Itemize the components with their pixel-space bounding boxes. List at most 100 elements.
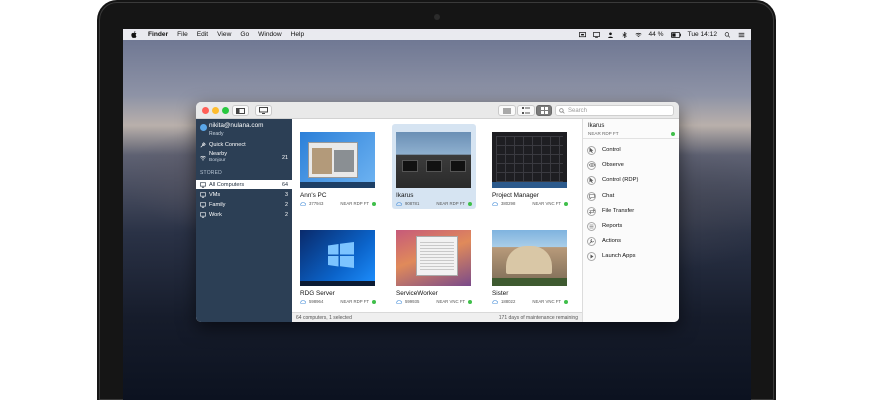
action-actions[interactable]: Actions	[587, 236, 677, 246]
computer-name: Project Manager	[492, 192, 539, 199]
reports-icon	[587, 221, 596, 231]
computer-tile-project-manager[interactable]: Project Manager 380298 NEAR VNC FT	[488, 124, 572, 209]
detail-view-button[interactable]	[517, 105, 535, 116]
action-label: Chat	[602, 193, 615, 199]
list-icon	[503, 108, 511, 113]
menu-extras: 44 % Tue 14:12	[578, 29, 745, 40]
computer-thumbnail	[396, 230, 471, 286]
screen-view-button[interactable]	[255, 105, 272, 116]
computers-grid: Ann's PC 377943 NEAR RDP FT Ikarus 90878…	[292, 119, 677, 312]
zoom-window-button[interactable]	[222, 107, 229, 114]
status-bar: 64 computers, 1 selected 171 days of mai…	[292, 312, 582, 322]
spotlight-icon[interactable]	[724, 31, 731, 38]
menu-bar: Finder File Edit View Go Window Help 44 …	[123, 29, 751, 40]
list-view-button[interactable]	[498, 105, 516, 116]
account-status: Ready	[209, 131, 224, 137]
search-placeholder: Search	[568, 107, 588, 114]
menu-clock[interactable]: Tue 14:12	[688, 31, 717, 38]
monitor-icon	[200, 181, 206, 188]
computer-tile-ikarus[interactable]: Ikarus 908781 NEAR RDP FT	[392, 124, 476, 209]
cursor-icon	[587, 175, 596, 185]
action-reports[interactable]: Reports	[587, 221, 677, 231]
sidebar-item-quick-connect[interactable]: Quick Connect	[196, 140, 292, 149]
group-count: 3	[285, 191, 288, 198]
apple-icon[interactable]	[131, 31, 137, 38]
sidebar-item-nearby[interactable]: Nearby Bonjour 21	[196, 151, 292, 164]
monitor-icon	[200, 211, 206, 218]
action-control[interactable]: Control	[587, 145, 677, 155]
sidebar-item-work[interactable]: Work 2	[196, 210, 292, 219]
avatar	[200, 124, 207, 131]
online-status-dot	[468, 201, 472, 206]
computer-tile-rdg-server[interactable]: RDG Server 598964 NEAR RDP FT	[296, 222, 380, 307]
battery-icon[interactable]	[670, 31, 681, 38]
online-status-dot	[564, 201, 568, 206]
sidebar-item-all-computers[interactable]: All Computers 64	[196, 180, 292, 189]
menu-help[interactable]: Help	[291, 31, 305, 38]
detail-protocol: NEAR RDP FT	[588, 131, 619, 136]
sidebar-item-label: All Computers	[209, 181, 245, 188]
computer-name: Ann's PC	[300, 192, 327, 199]
detail-header: Ikarus NEAR RDP FT	[583, 119, 679, 139]
battery-percent[interactable]: 44 %	[649, 31, 664, 38]
cloud-icon	[492, 299, 498, 304]
wifi-icon[interactable]	[634, 32, 642, 38]
computer-meta: 598964 NEAR RDP FT	[300, 299, 376, 304]
sidebar-item-label: Work	[209, 211, 222, 218]
computer-meta: 188022 NEAR VNC FT	[492, 299, 568, 304]
sidebar-item-vms[interactable]: VMs 3	[196, 190, 292, 199]
play-icon	[587, 251, 596, 261]
file-transfer-icon	[587, 206, 596, 216]
menu-finder[interactable]: Finder	[148, 31, 168, 38]
action-label: Observe	[602, 162, 624, 168]
account-name: nikita@nulana.com	[209, 122, 264, 129]
cloud-icon	[396, 299, 402, 304]
quick-connect-icon	[200, 141, 206, 147]
grid-view-button[interactable]	[536, 105, 552, 116]
display-icon[interactable]	[592, 31, 600, 38]
detail-list-icon	[522, 107, 530, 114]
user-icon[interactable]	[607, 31, 614, 38]
online-status-dot	[468, 299, 472, 304]
action-label: Actions	[602, 238, 622, 244]
computer-tile-anns-pc[interactable]: Ann's PC 377943 NEAR RDP FT	[296, 124, 380, 209]
action-label: Control	[602, 147, 621, 153]
action-control-rdp[interactable]: Control (RDP)	[587, 175, 677, 185]
menu-edit[interactable]: Edit	[197, 31, 208, 38]
bluetooth-icon[interactable]	[621, 31, 628, 38]
online-status-dot	[671, 132, 675, 136]
chat-icon	[587, 191, 596, 201]
menu-go[interactable]: Go	[240, 31, 249, 38]
menu-window[interactable]: Window	[258, 31, 281, 38]
sidebar-item-family[interactable]: Family 2	[196, 200, 292, 209]
search-icon	[559, 107, 565, 114]
action-label: File Transfer	[602, 208, 635, 214]
action-launch-apps[interactable]: Launch Apps	[587, 251, 677, 261]
remote-desktop-icon[interactable]	[578, 31, 586, 38]
computer-name: ServiceWorker	[396, 290, 438, 297]
action-chat[interactable]: Chat	[587, 191, 677, 201]
toggle-sidebar-button[interactable]	[232, 105, 249, 116]
action-observe[interactable]: Observe	[587, 160, 677, 170]
computer-meta: 377943 NEAR RDP FT	[300, 201, 376, 206]
online-status-dot	[372, 299, 376, 304]
cloud-icon	[300, 299, 306, 304]
action-label: Reports	[602, 223, 623, 229]
action-file-transfer[interactable]: File Transfer	[587, 206, 677, 216]
close-window-button[interactable]	[202, 107, 209, 114]
search-field[interactable]: Search	[555, 105, 674, 116]
sidebar-item-label: VMs	[209, 191, 221, 198]
eye-icon	[587, 160, 596, 170]
minimize-window-button[interactable]	[212, 107, 219, 114]
wifi-icon	[200, 155, 206, 160]
monitor-icon	[200, 191, 206, 198]
grid-icon	[540, 107, 548, 114]
menu-view[interactable]: View	[217, 31, 231, 38]
camera	[434, 14, 440, 20]
computer-protocol: NEAR RDP FT	[436, 201, 465, 206]
computer-tile-serviceworker[interactable]: ServiceWorker 599935 NEAR VNC FT	[392, 222, 476, 307]
menu-file[interactable]: File	[177, 31, 188, 38]
computer-tile-sister[interactable]: Sister 188022 NEAR VNC FT	[488, 222, 572, 307]
notification-center-icon[interactable]	[738, 32, 745, 38]
computer-name: Ikarus	[396, 192, 414, 199]
